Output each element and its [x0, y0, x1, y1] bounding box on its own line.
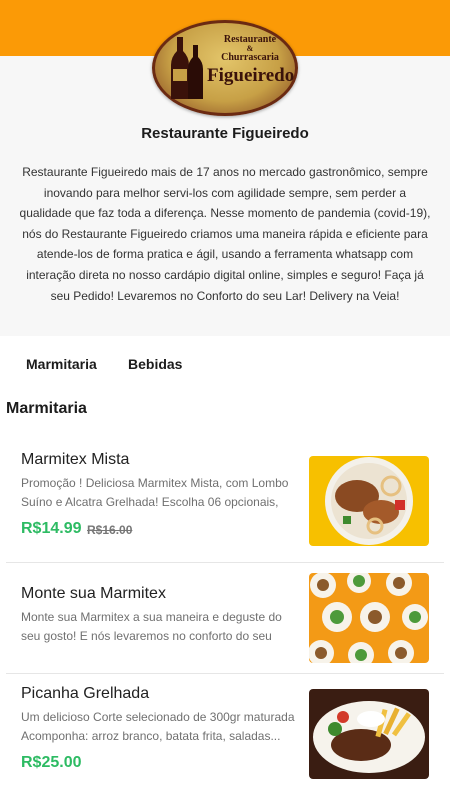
menu-item-marmitex-mista[interactable]: Marmitex Mista Promoção ! Deliciosa Marm… — [6, 440, 444, 563]
item-price: R$25.00 — [21, 754, 82, 771]
item-description: Promoção ! Deliciosa Marmitex Mista, com… — [21, 476, 289, 509]
restaurant-name: Restaurante Figueiredo — [141, 125, 309, 142]
tab-marmitaria[interactable]: Marmitaria — [26, 356, 97, 372]
tab-bebidas[interactable]: Bebidas — [128, 356, 182, 372]
item-description: Monte sua Marmitex a sua maneira e degus… — [21, 610, 282, 643]
bottles-logo-icon — [171, 37, 203, 99]
item-name: Marmitex Mista — [21, 451, 130, 468]
logo-line-4: Figueiredo — [207, 65, 295, 86]
menu-item-picanha-grelhada[interactable]: Picanha Grelhada Um delicioso Corte sele… — [6, 674, 444, 787]
menu-item-monte-sua-marmitex[interactable]: Monte sua Marmitex Monte sua Marmitex a … — [6, 563, 444, 674]
item-name: Picanha Grelhada — [21, 685, 150, 702]
item-old-price: R$16.00 — [87, 523, 133, 537]
item-price: R$14.99 — [21, 520, 82, 537]
category-tabs: Marmitaria Bebidas — [0, 336, 450, 392]
section-title: Marmitaria — [6, 400, 87, 417]
item-name: Monte sua Marmitex — [21, 585, 166, 602]
multiple-plates-photo — [309, 573, 429, 663]
item-description: Um delicioso Corte selecionado de 300gr … — [21, 710, 295, 743]
restaurant-description: Restaurante Figueiredo mais de 17 anos n… — [19, 165, 431, 303]
picanha-plate-photo — [309, 689, 429, 779]
mixed-plate-photo — [309, 456, 429, 546]
logo-line-3: Churrascaria — [221, 52, 279, 63]
restaurant-logo: Restaurante & Churrascaria Figueiredo — [152, 20, 298, 116]
